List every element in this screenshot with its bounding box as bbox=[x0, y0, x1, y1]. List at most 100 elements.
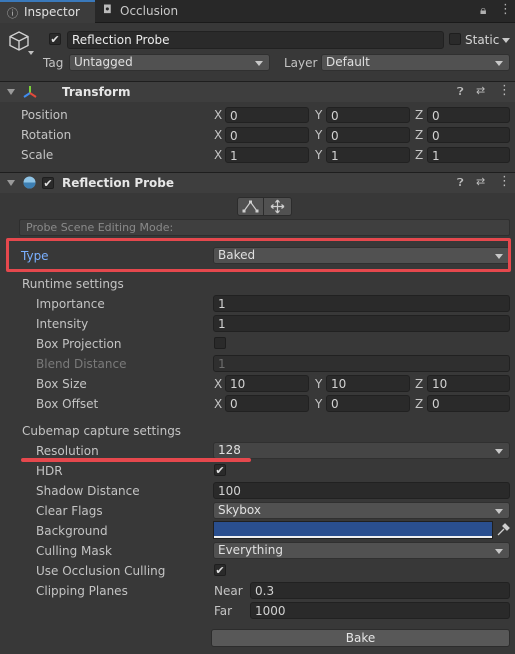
box-offset-y-field[interactable]: 0 bbox=[326, 395, 410, 412]
chevron-down-icon bbox=[495, 549, 503, 554]
lock-icon[interactable]: 🔒︎ bbox=[480, 3, 486, 18]
transform-icon bbox=[23, 85, 37, 102]
chevron-down-icon bbox=[495, 509, 503, 514]
help-icon[interactable]: ❓︎ bbox=[457, 86, 464, 98]
axis-z-label[interactable]: Z bbox=[415, 127, 423, 143]
resolution-dropdown[interactable]: 128 bbox=[213, 442, 510, 459]
kebab-menu-icon[interactable]: ⋮ bbox=[498, 84, 511, 97]
axis-y-label[interactable]: Y bbox=[315, 396, 322, 412]
static-dropdown-arrow[interactable] bbox=[502, 38, 510, 43]
axis-z-label[interactable]: Z bbox=[415, 396, 423, 412]
blend-distance-label: Blend Distance bbox=[36, 357, 127, 371]
culling-mask-label: Culling Mask bbox=[36, 544, 112, 558]
far-label[interactable]: Far bbox=[214, 603, 232, 619]
layer-value: Default bbox=[326, 55, 370, 69]
kebab-menu-icon[interactable]: ⋮ bbox=[499, 2, 512, 17]
importance-field[interactable]: 1 bbox=[213, 295, 510, 312]
scale-z-field[interactable]: 1 bbox=[427, 147, 510, 163]
preset-icon[interactable]: ⇄ bbox=[476, 85, 485, 97]
position-z-field[interactable]: 0 bbox=[427, 107, 510, 123]
rotation-x-field[interactable]: 0 bbox=[225, 127, 309, 143]
icon-dropdown-arrow[interactable] bbox=[28, 51, 34, 55]
culling-mask-value: Everything bbox=[218, 543, 283, 557]
tag-dropdown[interactable]: Untagged bbox=[69, 54, 270, 71]
near-field[interactable]: 0.3 bbox=[250, 582, 510, 599]
scale-y-field[interactable]: 1 bbox=[326, 147, 410, 163]
axis-y-label[interactable]: Y bbox=[315, 376, 322, 392]
axis-z-label[interactable]: Z bbox=[415, 147, 423, 163]
background-color-field[interactable] bbox=[213, 521, 493, 539]
intensity-field[interactable]: 1 bbox=[213, 315, 510, 332]
blend-distance-field: 1 bbox=[213, 355, 510, 372]
eyedropper-icon bbox=[497, 523, 510, 536]
probe-editing-mode-label: Probe Scene Editing Mode: bbox=[26, 221, 174, 234]
gameobject-cube-icon bbox=[8, 30, 30, 55]
eyedropper-button[interactable] bbox=[494, 521, 510, 539]
position-x-field[interactable]: 0 bbox=[225, 107, 309, 123]
intensity-label: Intensity bbox=[36, 317, 89, 331]
hdr-checkbox[interactable]: ✔ bbox=[214, 464, 226, 476]
probe-enabled-checkbox[interactable]: ✔ bbox=[42, 177, 54, 189]
reflection-probe-icon bbox=[23, 176, 36, 192]
object-name-field[interactable]: Reflection Probe bbox=[67, 31, 444, 49]
tag-label: Tag bbox=[43, 56, 64, 70]
axis-x-label[interactable]: X bbox=[214, 376, 222, 392]
clear-flags-dropdown[interactable]: Skybox bbox=[213, 502, 510, 519]
static-checkbox[interactable] bbox=[449, 33, 461, 45]
background-label: Background bbox=[36, 524, 108, 538]
axis-z-label[interactable]: Z bbox=[415, 107, 423, 123]
type-highlight-box bbox=[6, 238, 511, 272]
resolution-value: 128 bbox=[218, 443, 241, 457]
axis-x-label[interactable]: X bbox=[214, 107, 222, 123]
far-field[interactable]: 1000 bbox=[250, 602, 510, 619]
box-projection-label: Box Projection bbox=[36, 337, 122, 351]
box-size-x-field[interactable]: 10 bbox=[225, 375, 309, 392]
box-offset-x-field[interactable]: 0 bbox=[225, 395, 309, 412]
chevron-down-icon bbox=[255, 61, 263, 66]
importance-label: Importance bbox=[36, 297, 105, 311]
hdr-label: HDR bbox=[36, 464, 63, 478]
box-offset-label: Box Offset bbox=[36, 397, 99, 411]
position-y-field[interactable]: 0 bbox=[326, 107, 410, 123]
kebab-menu-icon[interactable]: ⋮ bbox=[498, 175, 511, 188]
tab-occlusion[interactable]: ◘ Occlusion bbox=[96, 0, 196, 22]
inspector-icon: ⓘ bbox=[7, 7, 18, 20]
transform-header[interactable]: Transform ❓︎ ⇄ ⋮ bbox=[0, 81, 515, 102]
clear-flags-value: Skybox bbox=[218, 503, 261, 517]
axis-y-label[interactable]: Y bbox=[315, 147, 322, 163]
axis-z-label[interactable]: Z bbox=[415, 376, 423, 392]
preset-icon[interactable]: ⇄ bbox=[476, 176, 485, 188]
box-offset-z-field[interactable]: 0 bbox=[427, 395, 510, 412]
position-label: Position bbox=[21, 108, 68, 122]
foldout-arrow-icon[interactable] bbox=[7, 89, 15, 95]
axis-y-label[interactable]: Y bbox=[315, 107, 322, 123]
rotation-y-field[interactable]: 0 bbox=[326, 127, 410, 143]
axis-x-label[interactable]: X bbox=[214, 127, 222, 143]
box-size-z-field[interactable]: 10 bbox=[427, 375, 510, 392]
help-icon[interactable]: ❓︎ bbox=[457, 177, 464, 189]
culling-mask-dropdown[interactable]: Everything bbox=[213, 542, 510, 559]
tab-inspector[interactable]: ⓘ Inspector bbox=[0, 0, 95, 23]
occlusion-culling-checkbox[interactable]: ✔ bbox=[214, 564, 226, 576]
axis-x-label[interactable]: X bbox=[214, 147, 222, 163]
clipping-planes-label: Clipping Planes bbox=[36, 584, 128, 598]
box-size-label: Box Size bbox=[36, 377, 87, 391]
axis-x-label[interactable]: X bbox=[214, 396, 222, 412]
edit-origin-button[interactable] bbox=[264, 197, 292, 216]
box-projection-checkbox[interactable] bbox=[214, 337, 226, 349]
axis-y-label[interactable]: Y bbox=[315, 127, 322, 143]
scale-x-field[interactable]: 1 bbox=[225, 147, 309, 163]
active-checkbox[interactable]: ✔ bbox=[49, 33, 61, 45]
tab-inspector-label: Inspector bbox=[24, 5, 80, 19]
bake-button[interactable]: Bake bbox=[211, 629, 510, 647]
edit-bounds-icon bbox=[242, 200, 259, 213]
occlusion-culling-label: Use Occlusion Culling bbox=[36, 564, 166, 578]
near-label[interactable]: Near bbox=[214, 583, 243, 599]
shadow-distance-field[interactable]: 100 bbox=[213, 482, 510, 499]
layer-dropdown[interactable]: Default bbox=[321, 54, 510, 71]
rotation-z-field[interactable]: 0 bbox=[427, 127, 510, 143]
foldout-arrow-icon[interactable] bbox=[7, 180, 15, 186]
box-size-y-field[interactable]: 10 bbox=[326, 375, 410, 392]
reflection-probe-header[interactable]: ✔ Reflection Probe ❓︎ ⇄ ⋮ bbox=[0, 172, 515, 193]
edit-bounds-button[interactable] bbox=[237, 197, 264, 216]
